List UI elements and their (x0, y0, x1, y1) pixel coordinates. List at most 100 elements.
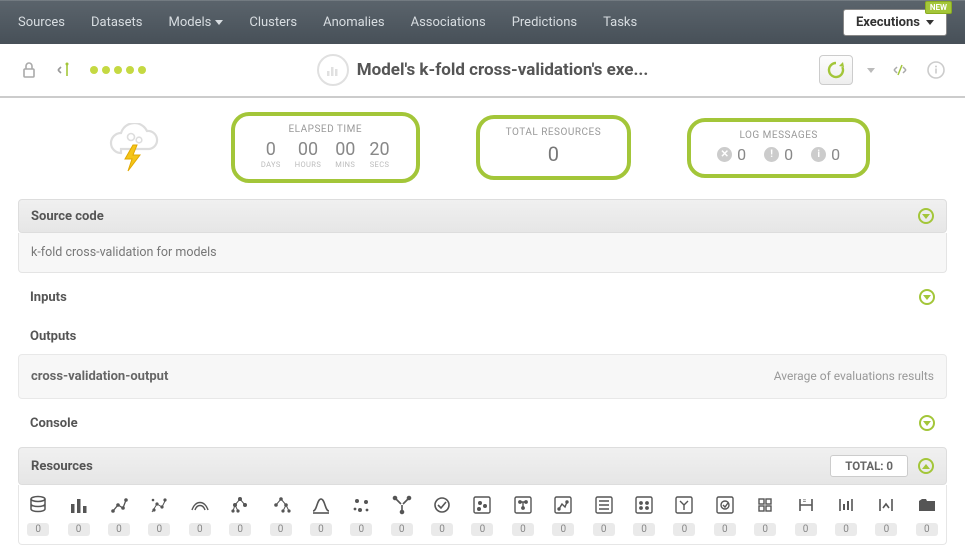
days-label: DAYS (261, 160, 281, 169)
model-b-icon (145, 493, 173, 517)
model-a-icon (105, 493, 133, 517)
nav-models[interactable]: Models (169, 15, 224, 30)
resource-batch-b[interactable]: 0 (625, 493, 663, 536)
resource-dataset[interactable]: 0 (59, 493, 97, 536)
resources-title: TOTAL RESOURCES (506, 127, 602, 138)
nav-anomalies[interactable]: Anomalies (323, 15, 384, 30)
resource-model-b[interactable]: 0 (140, 493, 178, 536)
elapsed-time-card: ELAPSED TIME 0DAYS 00HOURS 00MINS 20SECS (231, 112, 420, 183)
elapsed-title: ELAPSED TIME (261, 124, 390, 135)
nav-predictions[interactable]: Predictions (512, 15, 577, 30)
log-messages-card: LOG MESSAGES ✕0 !0 i0 (687, 118, 870, 178)
resource-pred-c[interactable]: 0 (544, 493, 582, 536)
stats-row: ELAPSED TIME 0DAYS 00HOURS 00MINS 20SECS… (0, 98, 965, 199)
info-dot-icon: i (811, 147, 826, 162)
resource-count: 0 (633, 523, 655, 536)
code-alt-icon[interactable] (889, 59, 911, 81)
resource-batch-a[interactable]: 0 (584, 493, 622, 536)
nav-tasks[interactable]: Tasks (603, 15, 637, 30)
resource-batch-c[interactable]: 0 (665, 493, 703, 536)
resources-grid: 0000000000000000000=0000 (18, 485, 947, 545)
dataset-icon (65, 493, 93, 517)
resource-ensemble-a[interactable]: 0 (181, 493, 219, 536)
lock-icon[interactable] (18, 59, 40, 81)
resources-value: 0 (506, 142, 602, 166)
resources-title: Resources (31, 459, 93, 474)
title-center: Model's k-fold cross-validation's exe... (160, 54, 805, 86)
resource-source[interactable]: 0 (19, 493, 57, 536)
resource-eval[interactable]: 0 (746, 493, 784, 536)
error-icon: ✕ (717, 147, 732, 162)
resources-total: TOTAL: 0 (830, 455, 908, 477)
status-dots (90, 66, 146, 74)
dot-icon (102, 66, 110, 74)
top-nav: Sources Datasets Models Clusters Anomali… (0, 0, 965, 44)
days-value: 0 (261, 139, 281, 160)
batch-d-icon (711, 493, 739, 517)
resource-count: 0 (270, 523, 292, 536)
resource-cluster[interactable]: 0 (342, 493, 380, 536)
nav-models-label: Models (169, 15, 212, 30)
resource-exec-b[interactable]: 0 (867, 493, 905, 536)
warning-icon: ! (764, 147, 779, 162)
log-warnings-value: 0 (784, 145, 793, 164)
nav-clusters[interactable]: Clusters (249, 15, 297, 30)
nav-datasets[interactable]: Datasets (91, 15, 143, 30)
nav-associations[interactable]: Associations (411, 15, 486, 30)
executions-label: Executions (856, 15, 920, 30)
batch-a-icon (590, 493, 618, 517)
resource-count: 0 (714, 523, 736, 536)
exec-b-icon (872, 493, 900, 517)
hours-label: HOURS (295, 160, 321, 169)
executions-button[interactable]: Executions NEW (843, 9, 947, 36)
source-code-header[interactable]: Source code (18, 199, 947, 233)
page-title: Model's k-fold cross-validation's exe... (357, 60, 649, 80)
code-icon[interactable] (54, 59, 76, 81)
refresh-button[interactable] (819, 55, 853, 85)
source-code-section: Source code k-fold cross-validation for … (18, 199, 947, 273)
folder-icon (913, 493, 941, 517)
caret-down-icon[interactable] (867, 68, 875, 73)
resource-anomaly[interactable]: 0 (383, 493, 421, 536)
resource-exec-a[interactable]: 0 (827, 493, 865, 536)
inputs-section: Inputs (18, 281, 947, 313)
log-info: i0 (811, 145, 840, 164)
source-code-title: Source code (31, 209, 104, 224)
log-info-value: 0 (831, 145, 840, 164)
nav-sources[interactable]: Sources (18, 15, 65, 30)
resource-count: 0 (68, 523, 90, 536)
inputs-header[interactable]: Inputs (18, 281, 947, 313)
resource-script[interactable]: =0 (786, 493, 824, 536)
caret-down-icon (926, 20, 934, 25)
script-icon: = (792, 493, 820, 517)
secs-label: SECS (369, 160, 389, 169)
collapse-icon (919, 289, 935, 305)
resource-count: 0 (754, 523, 776, 536)
resource-association[interactable]: 0 (423, 493, 461, 536)
anomaly-icon (388, 493, 416, 517)
source-icon (24, 493, 52, 517)
resource-pred-a[interactable]: 0 (463, 493, 501, 536)
outputs-section: Outputs cross-validation-output Average … (18, 321, 947, 399)
ensemble-b-icon (226, 493, 254, 517)
resources-header[interactable]: Resources TOTAL: 0 (18, 447, 947, 485)
resource-batch-d[interactable]: 0 (706, 493, 744, 536)
resource-ensemble-c[interactable]: 0 (261, 493, 299, 536)
resource-pred-b[interactable]: 0 (504, 493, 542, 536)
association-icon (428, 493, 456, 517)
resource-folder[interactable]: 0 (908, 493, 946, 536)
resource-count: 0 (512, 523, 534, 536)
resource-logistic[interactable]: 0 (302, 493, 340, 536)
info-icon[interactable] (925, 59, 947, 81)
console-header[interactable]: Console (18, 407, 947, 439)
total-resources-card: TOTAL RESOURCES 0 (476, 115, 632, 180)
secs-value: 20 (369, 139, 389, 160)
cloud-bolt-icon (95, 123, 175, 173)
resource-model-a[interactable]: 0 (100, 493, 138, 536)
source-code-body: k-fold cross-validation for models (18, 233, 947, 273)
chart-icon (317, 54, 349, 86)
resource-ensemble-b[interactable]: 0 (221, 493, 259, 536)
output-name: cross-validation-output (31, 369, 168, 384)
resource-count: 0 (148, 523, 170, 536)
resource-count: 0 (391, 523, 413, 536)
